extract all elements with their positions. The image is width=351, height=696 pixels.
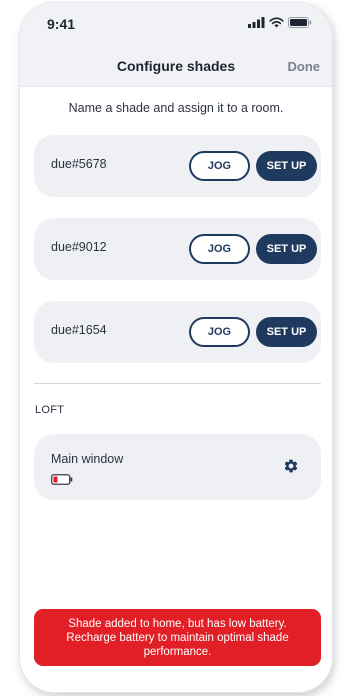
status-icons: [248, 17, 312, 28]
page-title: Configure shades: [116, 58, 236, 74]
gear-icon[interactable]: [283, 458, 299, 474]
done-button[interactable]: Done: [288, 59, 321, 74]
section-divider: [34, 383, 321, 384]
shade-card: due#5678 JOG SET UP: [34, 135, 321, 197]
jog-button[interactable]: JOG: [189, 234, 250, 264]
signal-icon: [248, 17, 265, 28]
battery-status-icon: [288, 17, 312, 28]
jog-button[interactable]: JOG: [189, 317, 250, 347]
instruction-text: Name a shade and assign it to a room.: [68, 101, 284, 115]
low-battery-icon: [51, 474, 73, 485]
shade-card: due#9012 JOG SET UP: [34, 218, 321, 280]
wifi-icon: [269, 17, 284, 28]
shade-name: due#5678: [51, 157, 107, 171]
set-up-button[interactable]: SET UP: [256, 317, 317, 347]
shade-card: due#1654 JOG SET UP: [34, 301, 321, 363]
room-shade-name: Main window: [51, 452, 124, 466]
status-time: 9:41: [47, 16, 76, 32]
set-up-button[interactable]: SET UP: [256, 151, 317, 181]
shade-name: due#9012: [51, 240, 107, 254]
shade-name: due#1654: [51, 323, 107, 337]
status-bar: 9:41: [20, 3, 332, 45]
low-battery-toast: Shade added to home, but has low battery…: [34, 609, 321, 666]
nav-bar: Configure shades Done: [20, 45, 332, 87]
room-shade-card[interactable]: Main window: [34, 434, 321, 500]
jog-button[interactable]: JOG: [189, 151, 250, 181]
set-up-button[interactable]: SET UP: [256, 234, 317, 264]
room-name-label: LOFT: [35, 404, 65, 416]
phone-screen: 9:41 Configure shades Done Name a shade …: [20, 3, 332, 692]
